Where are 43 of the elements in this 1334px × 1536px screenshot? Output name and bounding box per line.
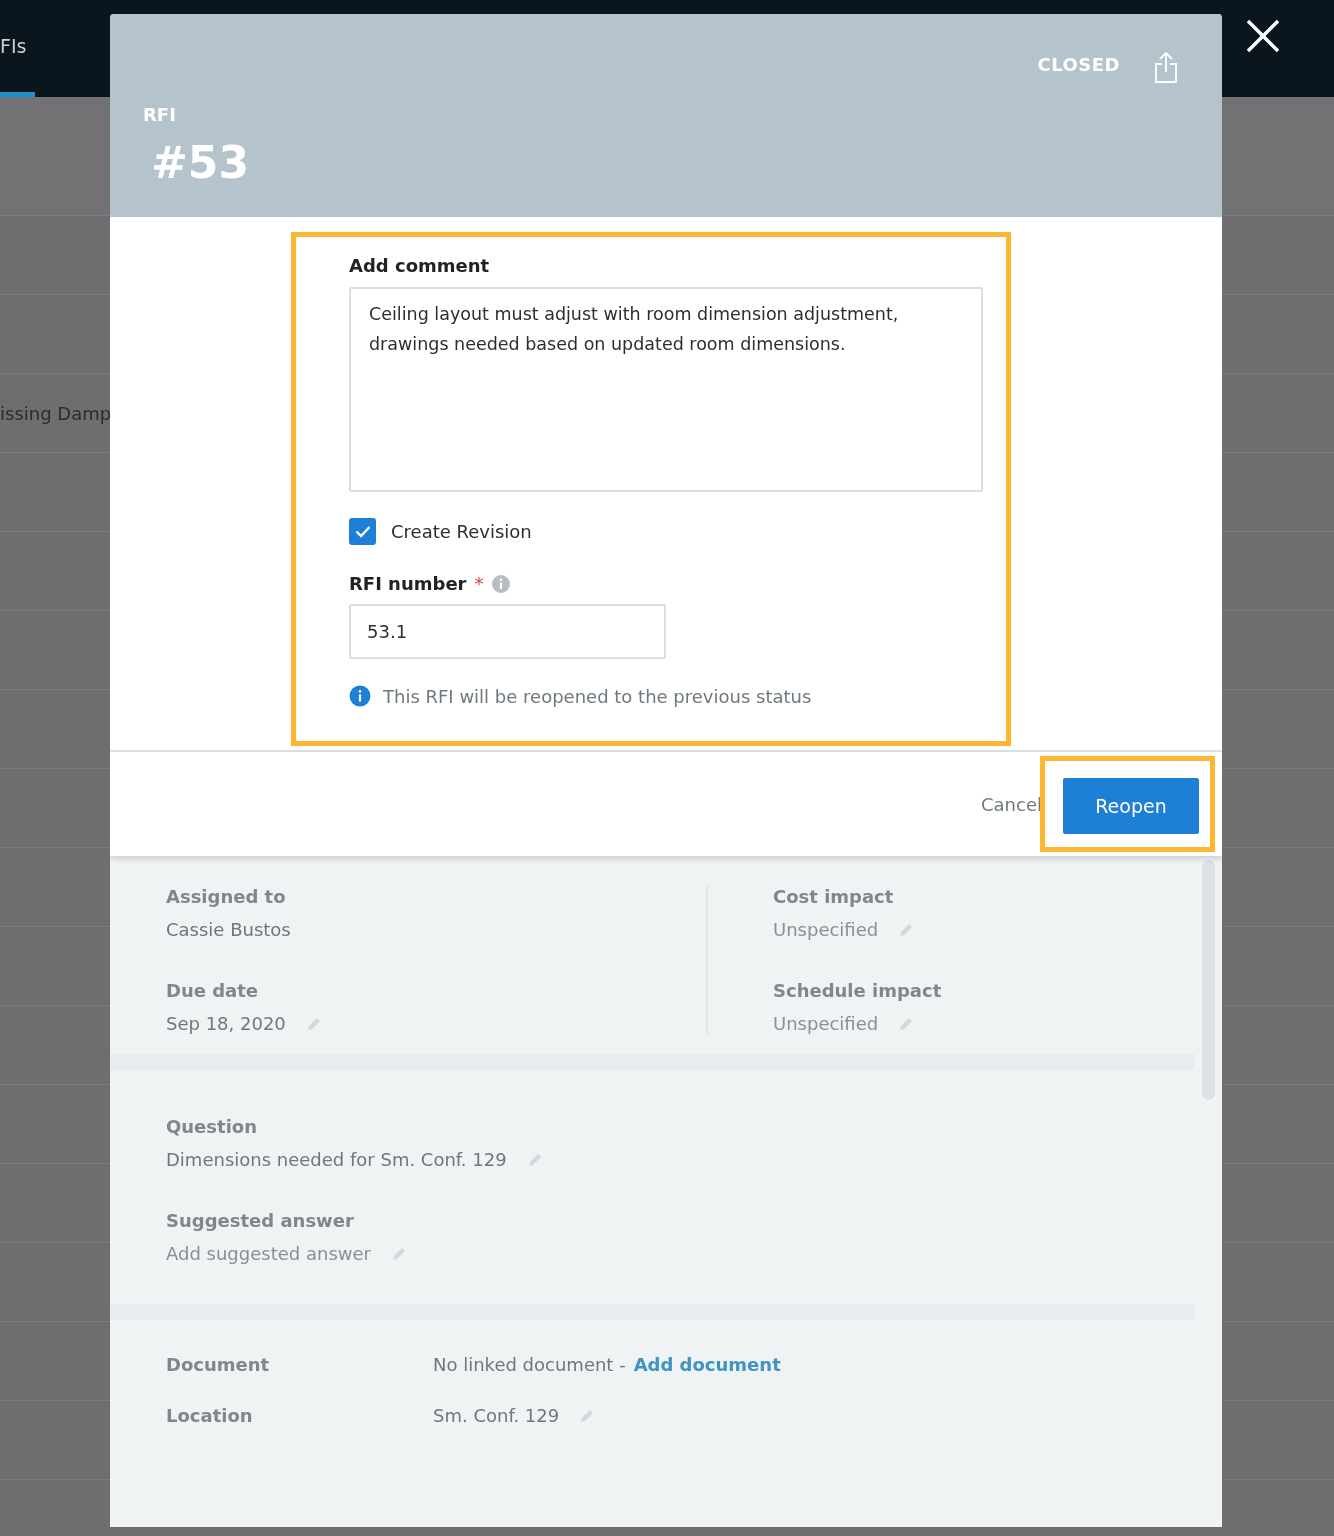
field-label: Question (166, 1116, 258, 1137)
type-label: RFI (143, 104, 177, 125)
share-icon[interactable] (1154, 52, 1178, 84)
field-placeholder[interactable]: Add suggested answer (166, 1243, 371, 1264)
field-label: Cost impact (773, 886, 895, 907)
field-placeholder[interactable]: Unspecified (773, 919, 879, 940)
comment-field[interactable]: Ceiling layout must adjust with room dimension adjustment, drawings needed based on updated room dimensions. (349, 287, 983, 492)
field-label: Location (166, 1405, 254, 1426)
rfi-number-field[interactable]: 53.1 (349, 604, 666, 659)
scrollbar-thumb[interactable] (1202, 860, 1215, 1100)
field-value: No linked document - (433, 1354, 626, 1375)
field-label: Suggested answer (166, 1210, 355, 1231)
info-icon[interactable] (491, 573, 512, 594)
required-mark: * (474, 573, 484, 594)
field-label: RFI number (349, 573, 467, 594)
pencil-icon[interactable] (898, 921, 915, 938)
pencil-icon[interactable] (898, 1015, 915, 1032)
field-value: Sep 18, 2020 (166, 1013, 286, 1034)
field-value: Sm. Conf. 129 (433, 1405, 560, 1426)
pencil-icon[interactable] (526, 1151, 543, 1168)
status-label: CLOSED (1037, 54, 1120, 75)
revision-checkbox[interactable] (349, 518, 376, 545)
field-placeholder[interactable]: Unspecified (773, 1013, 879, 1034)
checkbox-label: Create Revision (391, 521, 532, 542)
field-value: Dimensions needed for Sm. Conf. 129 (166, 1149, 507, 1170)
field-label: Assigned to (166, 886, 287, 907)
notice-text: This RFI will be reopened to the previous status (383, 685, 812, 707)
pencil-icon[interactable] (579, 1407, 596, 1424)
field-label: Document (166, 1354, 271, 1375)
pencil-icon[interactable] (305, 1015, 322, 1032)
add-document-link[interactable]: Add document (633, 1354, 781, 1375)
pencil-icon[interactable] (390, 1245, 407, 1262)
comment-label: Add comment (349, 255, 491, 276)
info-icon (349, 685, 371, 707)
row-text: issing Damp (0, 402, 112, 424)
field-value: Cassie Bustos (166, 919, 291, 940)
rfi-number-title: #53 (151, 137, 250, 188)
field-label: Schedule impact (773, 980, 943, 1001)
checkmark-icon (354, 525, 371, 538)
reopen-button[interactable]: Reopen (1063, 778, 1199, 834)
close-icon[interactable] (1246, 19, 1280, 53)
field-label: Due date (166, 980, 260, 1001)
cancel-button[interactable]: Cancel (981, 793, 1042, 815)
